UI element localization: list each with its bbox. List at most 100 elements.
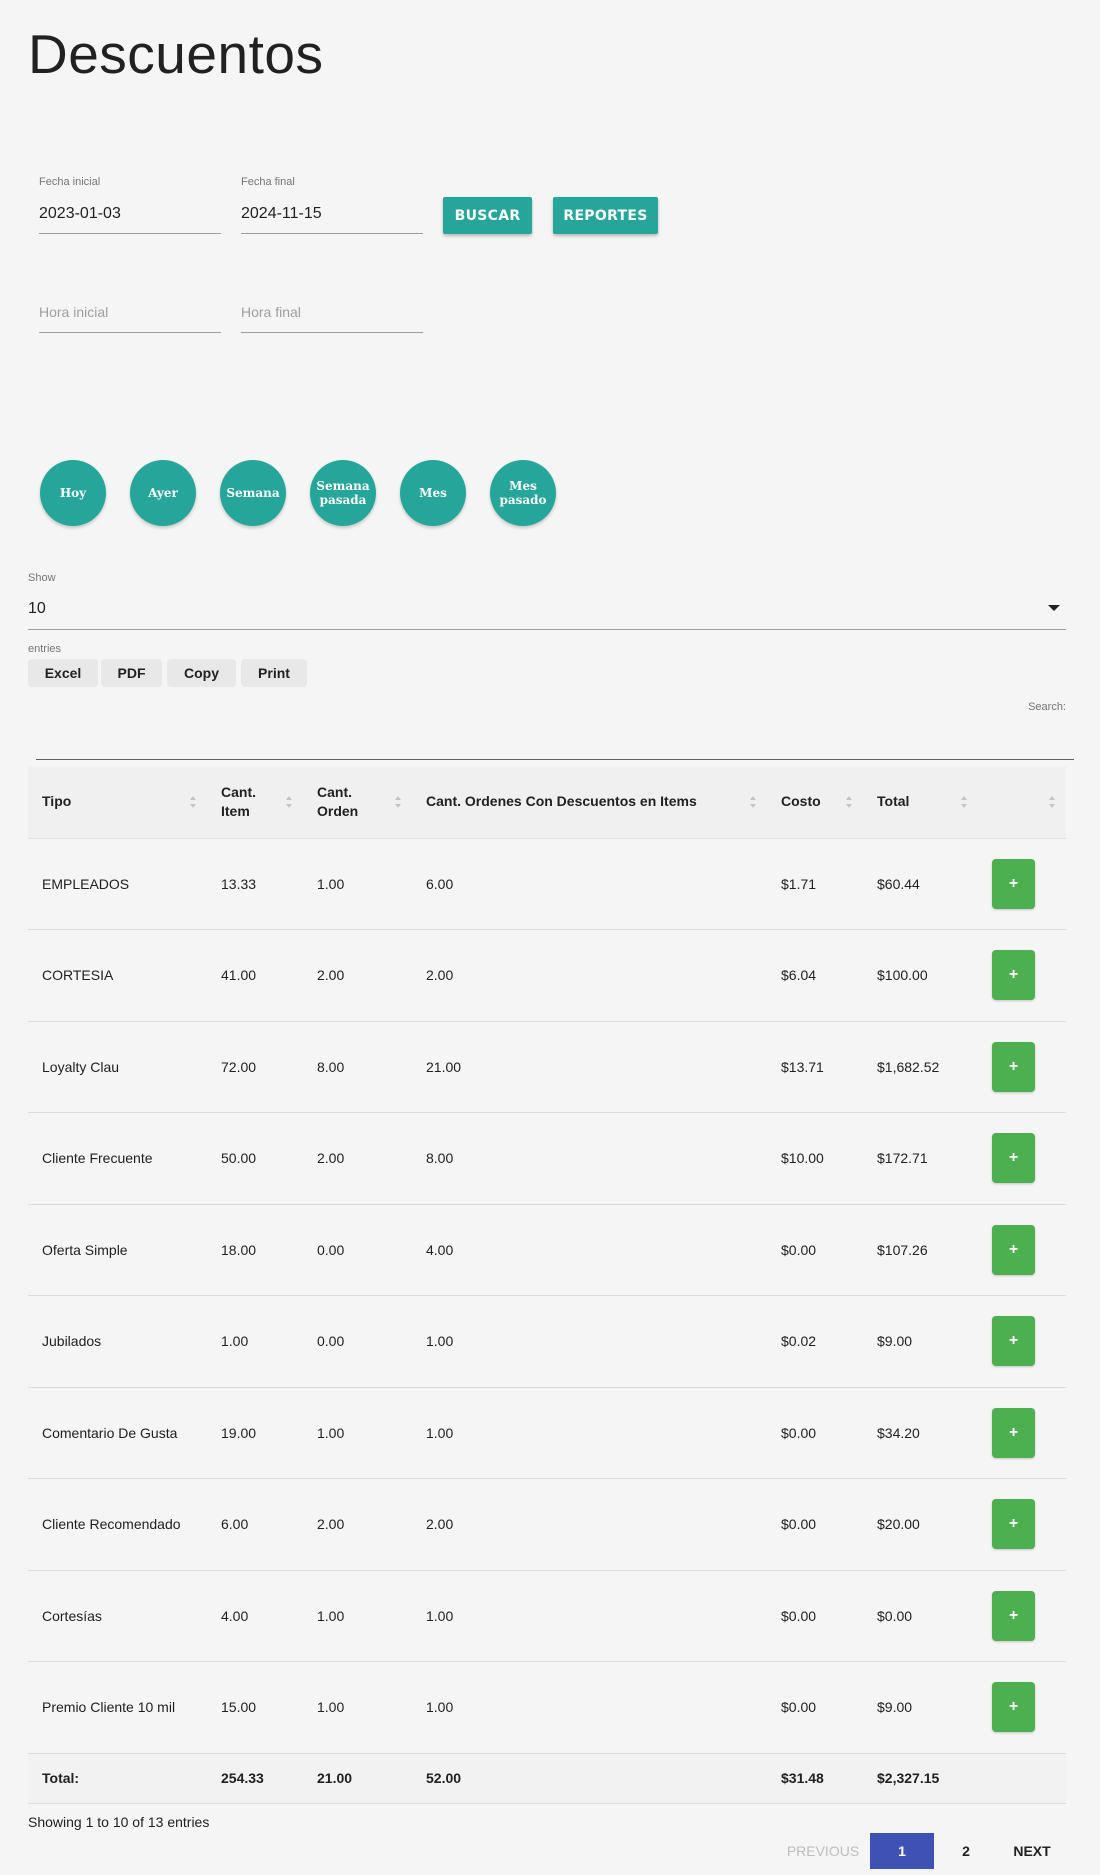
pagination-previous[interactable]: PREVIOUS [776,1833,870,1869]
column-header-cant-orden[interactable]: Cant. Orden [303,766,412,839]
table-cell: 1.00 [303,1661,412,1754]
reports-button[interactable]: REPORTES [553,197,658,234]
table-cell: 1.00 [303,1570,412,1662]
quick-range-semana[interactable]: Semana [220,460,286,526]
search-input[interactable] [36,726,1074,760]
table-cell: 1.00 [412,1661,767,1754]
table-cell: Cortesías [28,1570,207,1662]
table-cell-action: + [978,1661,1066,1754]
table-cell-action: + [978,1295,1066,1388]
table-row: Cliente Frecuente 50.00 2.00 8.00 $10.00 $172… [28,1112,1066,1205]
quick-range-ayer[interactable]: Ayer [130,460,196,526]
pagination-next[interactable]: NEXT [998,1833,1066,1869]
quick-range-hoy[interactable]: Hoy [40,460,106,526]
start-date-field[interactable]: Fecha inicial 2023-01-03 [39,176,221,234]
expand-row-button[interactable]: + [992,1682,1035,1733]
footer-cell: 21.00 [303,1753,412,1804]
column-header-cant-ordenes-descuentos[interactable]: Cant. Ordenes Con Descuentos en Items [412,766,767,839]
footer-cell: 52.00 [412,1753,767,1804]
table-cell: $60.44 [863,838,978,930]
column-header-label: Cant. Orden [317,783,359,819]
table-row: Oferta Simple 18.00 0.00 4.00 $0.00 $107.26 + [28,1204,1066,1296]
quick-range-mes-pasado[interactable]: Mes pasado [490,460,556,526]
quick-range-mes[interactable]: Mes [400,460,466,526]
table-cell: $0.00 [767,1204,863,1296]
expand-row-button[interactable]: + [992,1407,1035,1458]
table-cell: 2.00 [303,1478,412,1571]
table-cell: $0.00 [863,1570,978,1662]
footer-cell: Total: [28,1753,207,1804]
table-cell: 1.00 [412,1295,767,1388]
table-cell: 6.00 [207,1478,303,1571]
column-header-total[interactable]: Total [863,766,978,839]
table-cell: Loyalty Clau [28,1021,207,1113]
show-label: Show [28,572,56,584]
table-cell: $34.20 [863,1387,978,1479]
quick-range-semana-pasada[interactable]: Semana pasada [310,460,376,526]
table-cell: Premio Cliente 10 mil [28,1661,207,1754]
pagination-page-1[interactable]: 1 [870,1833,934,1869]
column-header-cant-item[interactable]: Cant. Item [207,766,303,839]
table-cell: $0.00 [767,1478,863,1571]
expand-row-button[interactable]: + [992,1316,1035,1367]
pdf-button[interactable]: PDF [101,659,162,687]
excel-button[interactable]: Excel [28,659,98,687]
table-row: Comentario De Gusta 19.00 1.00 1.00 $0.00 $34… [28,1387,1066,1479]
table-cell: $0.00 [767,1387,863,1479]
end-date-field[interactable]: Fecha final 2024-11-15 [241,176,423,234]
table-cell: $107.26 [863,1204,978,1296]
table-cell: 2.00 [412,1478,767,1571]
column-header-actions[interactable] [978,766,1066,839]
start-date-label: Fecha inicial [39,176,101,188]
table-cell: 1.00 [412,1570,767,1662]
table-cell: $9.00 [863,1295,978,1388]
table-row: Cortesías 4.00 1.00 1.00 $0.00 $0.00 + [28,1570,1066,1662]
table-cell-action: + [978,1021,1066,1113]
sort-icon [189,795,197,809]
end-date-value: 2024-11-15 [241,205,322,222]
column-header-label: Costo [781,793,821,810]
column-header-costo[interactable]: Costo [767,766,863,839]
expand-row-button[interactable]: + [992,1224,1035,1275]
table-cell: $0.02 [767,1295,863,1388]
pagination-page-2[interactable]: 2 [934,1833,998,1869]
table-cell: 8.00 [303,1021,412,1113]
table-cell: 50.00 [207,1112,303,1205]
expand-row-button[interactable]: + [992,858,1035,909]
entries-select[interactable]: 10 [28,590,1066,630]
discounts-table: Tipo Cant. Item Cant. Orden Cant. Ordene… [28,766,1066,1804]
copy-button[interactable]: Copy [167,659,236,687]
end-date-label: Fecha final [241,176,295,188]
table-info: Showing 1 to 10 of 13 entries [28,1814,210,1830]
table-cell: $20.00 [863,1478,978,1571]
dropdown-caret-icon [1048,605,1060,611]
expand-row-button[interactable]: + [992,1499,1035,1550]
start-time-field[interactable]: Hora inicial [39,290,221,333]
sort-icon [960,795,968,809]
column-header-tipo[interactable]: Tipo [28,766,207,839]
table-cell-action: + [978,838,1066,930]
table-cell: $0.00 [767,1661,863,1754]
column-header-label: Cant. Ordenes Con Descuentos en Items [426,793,697,810]
expand-row-button[interactable]: + [992,1133,1035,1184]
table-cell: 72.00 [207,1021,303,1113]
entries-select-value: 10 [28,600,46,617]
search-label: Search: [1028,701,1066,713]
footer-cell: 254.33 [207,1753,303,1804]
table-cell: 15.00 [207,1661,303,1754]
expand-row-button[interactable]: + [992,1041,1035,1092]
expand-row-button[interactable]: + [992,1590,1035,1641]
search-button[interactable]: BUSCAR [443,197,532,234]
table-row: EMPLEADOS 13.33 1.00 6.00 $1.71 $60.44 + [28,838,1066,930]
table-cell: 2.00 [303,1112,412,1205]
expand-row-button[interactable]: + [992,950,1035,1001]
table-cell: 6.00 [412,838,767,930]
table-cell: 1.00 [303,838,412,930]
footer-cell [978,1753,1066,1804]
print-button[interactable]: Print [241,659,307,687]
table-cell: Cliente Frecuente [28,1112,207,1205]
end-time-field[interactable]: Hora final [241,290,423,333]
table-cell: 2.00 [303,929,412,1022]
table-cell: 0.00 [303,1204,412,1296]
sort-icon [285,795,293,809]
